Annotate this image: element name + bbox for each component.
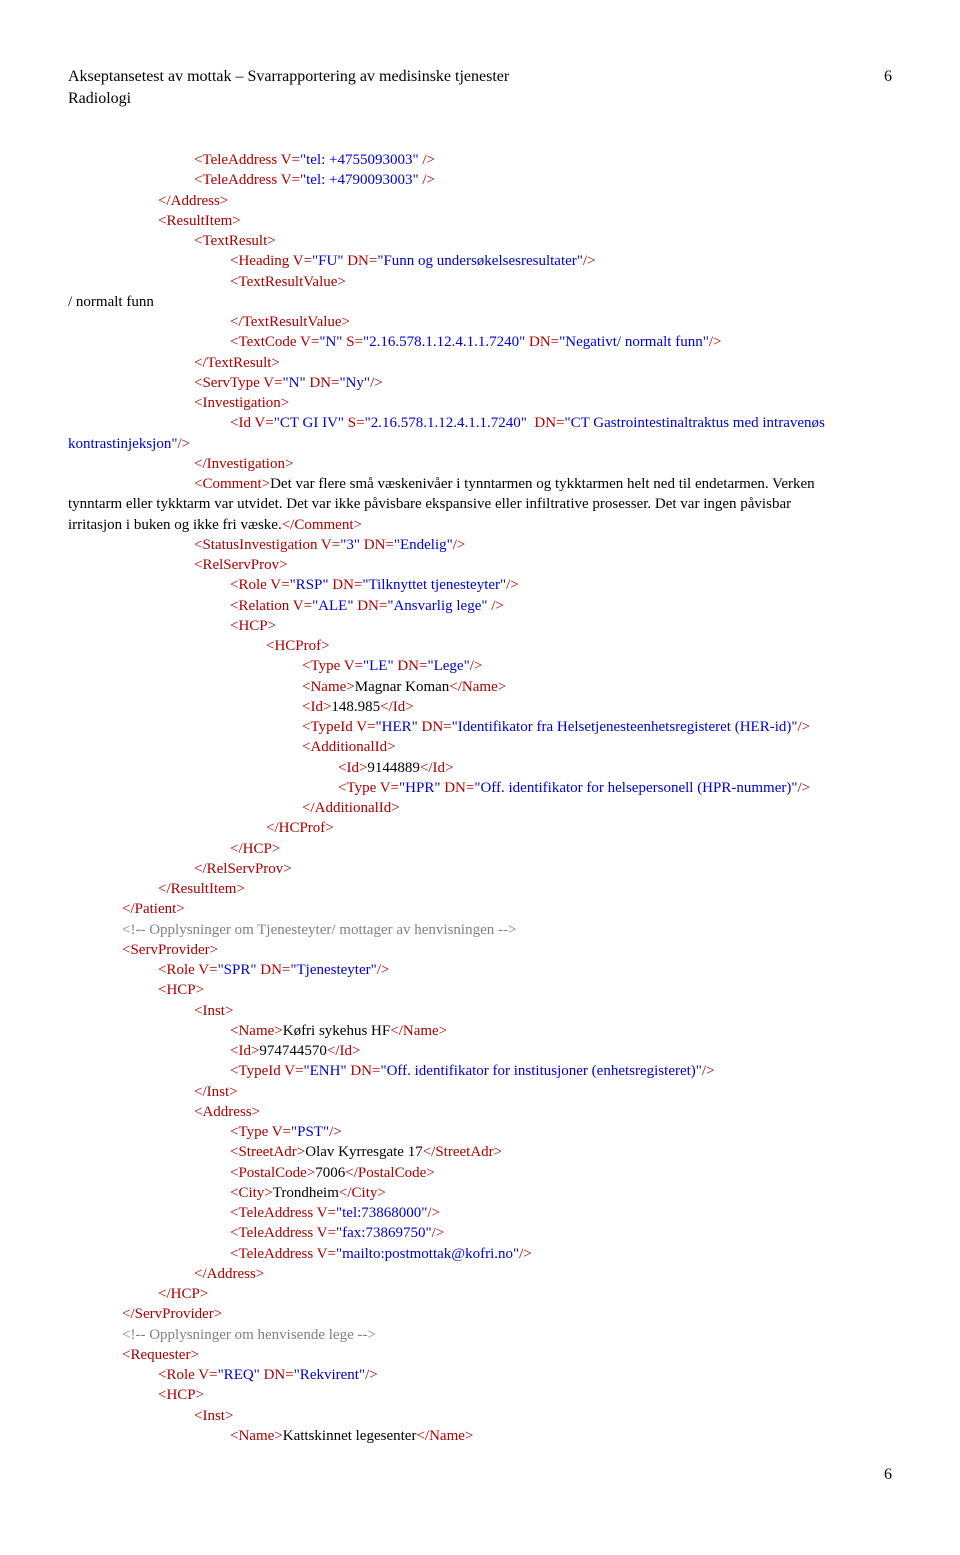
code-line: <Id>974744570</Id> xyxy=(230,1041,892,1061)
code-line: <ServType V="N" DN="Ny"/> xyxy=(194,373,892,393)
code-line: <TextCode V="N" S="2.16.578.1.12.4.1.1.7… xyxy=(230,332,892,352)
code-line: <TeleAddress V="mailto:postmottak@kofri.… xyxy=(230,1244,892,1264)
code-line: <TeleAddress V="tel: +4790093003" /> xyxy=(194,170,892,190)
code-line: <Inst> xyxy=(194,1001,892,1021)
code-line: <HCP> xyxy=(158,980,892,1000)
code-line: </ServProvider> xyxy=(122,1304,892,1324)
code-line: </ResultItem> xyxy=(158,879,892,899)
code-line: <Inst> xyxy=(194,1406,892,1426)
xml-content-block: <TeleAddress V="tel: +4755093003" /><Tel… xyxy=(68,150,892,1446)
code-line: <!-- Opplysninger om henvisende lege --> xyxy=(122,1325,892,1345)
code-line: <Relation V="ALE" DN="Ansvarlig lege" /> xyxy=(230,596,892,616)
code-line: <ServProvider> xyxy=(122,940,892,960)
code-line: <TextResultValue> xyxy=(230,272,892,292)
code-line: <TeleAddress V="fax:73869750"/> xyxy=(230,1223,892,1243)
code-line: <AdditionalId> xyxy=(302,737,892,757)
code-line: </Address> xyxy=(158,191,892,211)
code-line: </HCP> xyxy=(158,1284,892,1304)
code-line: <TextResult> xyxy=(194,231,892,251)
code-line: / normalt funn xyxy=(68,292,892,312)
code-line: </Investigation> xyxy=(194,454,892,474)
code-line: <Comment>Det var flere små væskenivåer i… xyxy=(194,474,892,494)
code-line: <Role V="SPR" DN="Tjenesteyter"/> xyxy=(158,960,892,980)
code-line: </HCProf> xyxy=(266,818,892,838)
code-line: </Inst> xyxy=(194,1082,892,1102)
code-line: kontrastinjeksjon"/> xyxy=(68,434,892,454)
code-line: </Patient> xyxy=(122,899,892,919)
code-line: <HCP> xyxy=(230,616,892,636)
code-line: <Investigation> xyxy=(194,393,892,413)
code-line: <RelServProv> xyxy=(194,555,892,575)
header-subtitle: Radiologi xyxy=(68,90,892,108)
code-line: <TypeId V="ENH" DN="Off. identifikator f… xyxy=(230,1061,892,1081)
code-line: <Id>9144889</Id> xyxy=(338,758,892,778)
code-line: </AdditionalId> xyxy=(302,798,892,818)
code-line: <ResultItem> xyxy=(158,211,892,231)
code-line: </Address> xyxy=(194,1264,892,1284)
code-line: <City>Trondheim</City> xyxy=(230,1183,892,1203)
code-line: <Type V="PST"/> xyxy=(230,1122,892,1142)
document-page: Akseptansetest av mottak – Svarrapporter… xyxy=(0,0,960,1524)
code-line: <Name>Kattskinnet legesenter</Name> xyxy=(230,1426,892,1446)
code-line: <Type V="HPR" DN="Off. identifikator for… xyxy=(338,778,892,798)
page-number-top: 6 xyxy=(884,68,892,86)
header-title: Akseptansetest av mottak – Svarrapporter… xyxy=(68,68,509,86)
code-line: <!-- Opplysninger om Tjenesteyter/ motta… xyxy=(122,920,892,940)
code-line: <TypeId V="HER" DN="Identifikator fra He… xyxy=(302,717,892,737)
code-line: <TeleAddress V="tel:73868000"/> xyxy=(230,1203,892,1223)
code-line: </HCP> xyxy=(230,839,892,859)
code-line: <Name>Køfri sykehus HF</Name> xyxy=(230,1021,892,1041)
header: Akseptansetest av mottak – Svarrapporter… xyxy=(68,68,892,86)
code-line: <Id V="CT GI IV" S="2.16.578.1.12.4.1.1.… xyxy=(230,413,892,433)
code-line: <Role V="REQ" DN="Rekvirent"/> xyxy=(158,1365,892,1385)
code-line: <Name>Magnar Koman</Name> xyxy=(302,677,892,697)
code-line: <Role V="RSP" DN="Tilknyttet tjenesteyte… xyxy=(230,575,892,595)
code-line: <Id>148.985</Id> xyxy=(302,697,892,717)
code-line: tynntarm eller tykktarm var utvidet. Det… xyxy=(68,494,892,514)
code-line: </TextResultValue> xyxy=(230,312,892,332)
code-line: </TextResult> xyxy=(194,353,892,373)
code-line: <TeleAddress V="tel: +4755093003" /> xyxy=(194,150,892,170)
code-line: irritasjon i buken og ikke fri væske.</C… xyxy=(68,515,892,535)
code-line: </RelServProv> xyxy=(194,859,892,879)
code-line: <Heading V="FU" DN="Funn og undersøkelse… xyxy=(230,251,892,271)
code-line: <StatusInvestigation V="3" DN="Endelig"/… xyxy=(194,535,892,555)
code-line: <Requester> xyxy=(122,1345,892,1365)
page-number-bottom: 6 xyxy=(68,1466,892,1484)
code-line: <Address> xyxy=(194,1102,892,1122)
code-line: <PostalCode>7006</PostalCode> xyxy=(230,1163,892,1183)
code-line: <Type V="LE" DN="Lege"/> xyxy=(302,656,892,676)
code-line: <StreetAdr>Olav Kyrresgate 17</StreetAdr… xyxy=(230,1142,892,1162)
code-line: <HCP> xyxy=(158,1385,892,1405)
code-line: <HCProf> xyxy=(266,636,892,656)
